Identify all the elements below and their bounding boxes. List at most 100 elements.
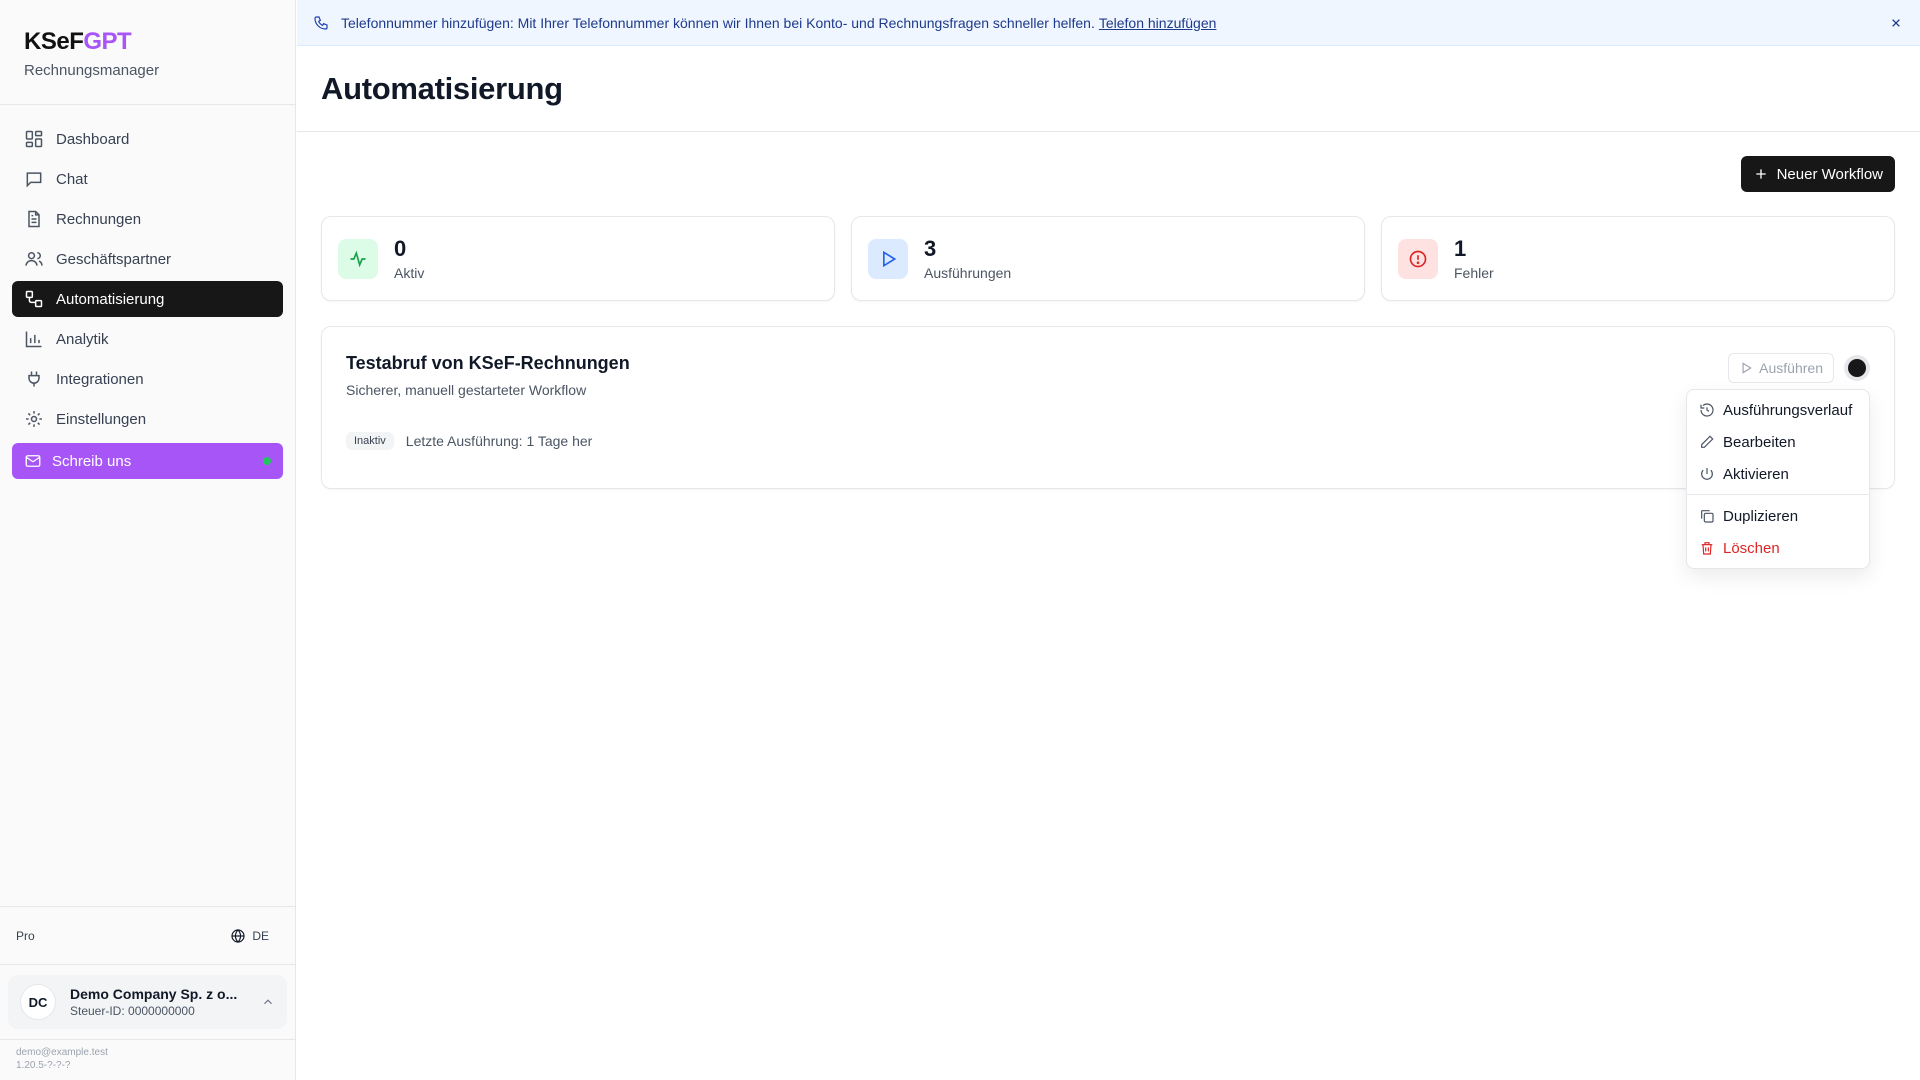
stat-value: 0 — [394, 235, 407, 261]
brand-logo[interactable]: KSeFGPT — [24, 28, 271, 56]
page-header: Automatisierung — [297, 47, 1920, 132]
stat-card-errors: 1 Fehler — [1381, 216, 1895, 301]
sidebar-item-label: Rechnungen — [56, 210, 142, 228]
sidebar-item-label: Integrationen — [56, 370, 144, 388]
sidebar-item-label: Automatisierung — [56, 290, 165, 308]
plan-row: Pro DE — [0, 906, 295, 964]
menu-item-duplicate[interactable]: Duplizieren — [1691, 500, 1865, 532]
stat-card-active: 0 Aktiv — [321, 216, 835, 301]
dashboard-icon — [25, 130, 43, 148]
banner-text: Telefonnummer hinzufügen: Mit Ihrer Tele… — [341, 14, 1095, 31]
account-text: Demo Company Sp. z o... Steuer-ID: 00000… — [70, 986, 261, 1018]
menu-item-label: Löschen — [1723, 539, 1780, 557]
plus-icon — [1755, 169, 1766, 179]
workflow-meta: Inaktiv Letzte Ausführung: 1 Tage her — [346, 432, 1870, 450]
toolbar: Neuer Workflow — [321, 132, 1895, 216]
stat-text: 1 Fehler — [1454, 235, 1494, 281]
stat-icon-wrap — [868, 238, 908, 279]
sidebar-item-dashboard[interactable]: Dashboard — [12, 121, 283, 157]
brand-logo-part1: KSeF — [24, 28, 84, 55]
activity-icon — [350, 250, 366, 267]
sidebar-item-automatisierung[interactable]: Automatisierung — [12, 281, 283, 317]
phone-banner: Telefonnummer hinzufügen: Mit Ihrer Tele… — [297, 0, 1920, 46]
footer-meta: demo@example.test 1.20.5-?-?-? — [0, 1039, 295, 1080]
menu-item-label: Bearbeiten — [1723, 433, 1796, 451]
alert-circle-icon — [1409, 250, 1427, 267]
dot-icon — [1848, 359, 1866, 377]
sidebar-item-label: Geschäftspartner — [56, 250, 172, 268]
sidebar: KSeFGPT Rechnungsmanager Dashboard Chat … — [0, 0, 296, 1080]
stat-card-runs: 3 Ausführungen — [851, 216, 1365, 301]
account-tax-id: Steuer-ID: 0000000000 — [70, 1004, 195, 1018]
user-email: demo@example.test — [16, 1047, 108, 1058]
avatar: DC — [20, 984, 56, 1020]
bar-chart-icon — [25, 331, 42, 348]
mail-icon — [25, 455, 41, 467]
stat-value: 1 — [1454, 235, 1467, 261]
stat-label: Fehler — [1454, 264, 1494, 281]
menu-divider — [1687, 494, 1869, 495]
new-workflow-button[interactable]: Neuer Workflow — [1740, 156, 1895, 192]
sidebar-item-label: Einstellungen — [56, 410, 147, 428]
menu-item-edit[interactable]: Bearbeiten — [1691, 426, 1865, 458]
sidebar-item-label: Analytik — [56, 330, 109, 348]
menu-item-history[interactable]: Ausführungsverlauf — [1691, 394, 1865, 426]
sidebar-footer: Pro DE DC Demo Company Sp. z o... Steuer… — [0, 906, 295, 1080]
workflow-card: Testabruf von KSeF-Rechnungen Sicherer, … — [321, 326, 1895, 489]
language-label: DE — [252, 928, 269, 943]
menu-item-label: Aktivieren — [1723, 465, 1789, 483]
chat-icon — [26, 172, 42, 188]
sidebar-item-einstellungen[interactable]: Einstellungen — [12, 401, 283, 437]
app-version: 1.20.5-?-?-? — [16, 1060, 71, 1071]
last-run-text: Letzte Ausführung: 1 Tage her — [405, 433, 593, 449]
page-title: Automatisierung — [321, 71, 563, 106]
stat-label: Aktiv — [394, 264, 425, 281]
trash-icon — [1701, 542, 1713, 555]
workflow-description: Sicherer, manuell gestarteter Workflow — [346, 382, 587, 398]
account-switcher[interactable]: DC Demo Company Sp. z o... Steuer-ID: 00… — [8, 975, 287, 1029]
menu-item-label: Duplizieren — [1723, 507, 1799, 525]
menu-item-delete[interactable]: Löschen — [1691, 532, 1865, 564]
play-icon — [883, 250, 897, 267]
contact-us-label: Schreib uns — [52, 452, 132, 470]
menu-item-activate[interactable]: Aktivieren — [1691, 458, 1865, 490]
sidebar-item-chat[interactable]: Chat — [12, 161, 283, 197]
plan-label: Pro — [16, 928, 35, 943]
sidebar-item-analytik[interactable]: Analytik — [12, 321, 283, 357]
document-icon — [28, 210, 40, 228]
online-status-dot — [263, 457, 271, 465]
history-icon — [1700, 403, 1714, 417]
brand-logo-part2: GPT — [83, 28, 132, 55]
language-switcher[interactable]: DE — [230, 928, 269, 944]
account-name: Demo Company Sp. z o... — [70, 986, 238, 1002]
stat-value: 3 — [924, 235, 937, 261]
close-icon[interactable] — [1888, 15, 1904, 31]
contact-us-button[interactable]: Schreib uns — [12, 443, 283, 479]
workflow-actions: Ausführen — [1728, 353, 1870, 383]
stat-label: Ausführungen — [924, 264, 1012, 281]
play-icon — [1742, 362, 1752, 374]
status-badge: Inaktiv — [346, 432, 394, 450]
workflow-actions-menu: Ausführungsverlauf Bearbeiten Aktivieren… — [1686, 389, 1870, 569]
stat-text: 0 Aktiv — [394, 235, 425, 281]
new-workflow-label: Neuer Workflow — [1776, 165, 1883, 183]
more-actions-button[interactable] — [1844, 355, 1870, 381]
workflow-icon — [25, 290, 43, 308]
sidebar-nav: Dashboard Chat Rechnungen Geschäftspartn… — [0, 105, 295, 479]
power-icon — [1701, 468, 1713, 480]
gear-icon — [26, 411, 42, 427]
run-label: Ausführen — [1759, 360, 1823, 376]
run-button[interactable]: Ausführen — [1728, 353, 1834, 383]
phone-icon — [314, 15, 328, 30]
main-content: Neuer Workflow 0 Aktiv 3 Ausführungen 1 … — [321, 132, 1895, 489]
sidebar-item-geschaeftspartner[interactable]: Geschäftspartner — [12, 241, 283, 277]
globe-icon — [231, 928, 245, 943]
chevron-up-icon — [264, 999, 272, 1005]
account-section: DC Demo Company Sp. z o... Steuer-ID: 00… — [0, 964, 295, 1039]
sidebar-item-integrationen[interactable]: Integrationen — [12, 361, 283, 397]
menu-item-label: Ausführungsverlauf — [1723, 401, 1853, 419]
sidebar-item-rechnungen[interactable]: Rechnungen — [12, 201, 283, 237]
add-phone-link[interactable]: Telefon hinzufügen — [1099, 15, 1217, 31]
copy-icon — [1701, 510, 1714, 523]
stat-icon-wrap — [338, 238, 378, 279]
